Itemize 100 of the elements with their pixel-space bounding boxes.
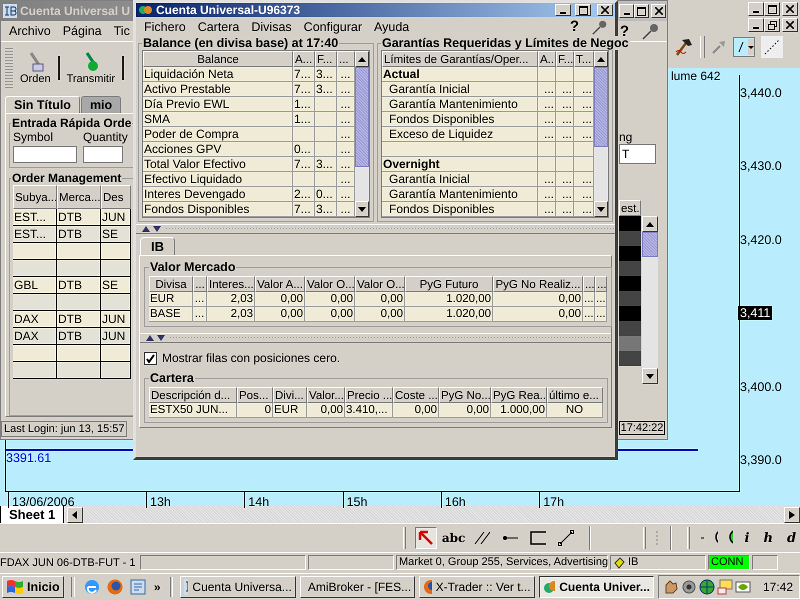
menu-item[interactable]: Divisas	[251, 20, 292, 34]
column-header[interactable]: Divi...	[273, 387, 307, 403]
table-cell: ...	[337, 127, 355, 142]
column-header[interactable]: F...	[556, 51, 574, 67]
column-header[interactable]: Precio ...	[345, 387, 393, 403]
firefox-icon[interactable]	[106, 578, 124, 596]
column-header[interactable]: est.	[619, 200, 641, 216]
table-cell: Poder de Compra	[143, 127, 293, 142]
tool-button[interactable]: i	[740, 530, 754, 546]
column-header[interactable]: PyG Rea...	[491, 387, 547, 403]
maximize-button[interactable]	[575, 4, 591, 16]
text-tool[interactable]: abc	[442, 527, 465, 549]
start-button[interactable]: Inicio	[2, 576, 64, 598]
pin-icon[interactable]	[591, 18, 609, 36]
column-header[interactable]: Divisa	[149, 276, 193, 292]
table-cell	[315, 172, 337, 187]
close-button[interactable]	[651, 4, 666, 18]
column-header[interactable]: PyG Futuro	[405, 276, 493, 292]
column-header[interactable]: Valor O...	[305, 276, 355, 292]
minimize-button[interactable]	[555, 4, 571, 16]
table-cell: DTB	[57, 226, 101, 243]
tab[interactable]: IB	[140, 237, 175, 255]
maximize-button[interactable]	[764, 2, 780, 16]
column-header[interactable]: último e...	[547, 387, 603, 403]
column-header[interactable]: Pos...	[237, 387, 273, 403]
menu-item[interactable]: Archivo	[9, 24, 51, 38]
scroll-right-button[interactable]	[784, 506, 800, 522]
minimize-button[interactable]	[748, 18, 764, 32]
browser-icon[interactable]	[82, 578, 100, 596]
toolbar-button[interactable]: Transmitir	[64, 51, 118, 85]
scroll-thumb[interactable]	[594, 67, 608, 147]
column-header[interactable]: Valor O...	[355, 276, 405, 292]
close-button[interactable]	[782, 18, 798, 32]
menu-item[interactable]: Fichero	[144, 20, 186, 34]
column-header[interactable]: T...	[574, 51, 594, 67]
more-button[interactable]: »	[152, 580, 162, 594]
input-field[interactable]	[13, 146, 77, 163]
toolbar-button[interactable]: Orden	[17, 51, 54, 85]
tab[interactable]: mio	[80, 96, 122, 113]
column-header[interactable]: Balance	[143, 51, 293, 67]
taskbar-button[interactable]: X-Trader :: Ver t...	[419, 576, 535, 598]
pin-icon[interactable]	[641, 21, 661, 41]
restore-button[interactable]	[764, 18, 780, 32]
column-header[interactable]: Subya...	[13, 185, 57, 209]
scrollbar[interactable]	[642, 216, 658, 384]
pointer-tool[interactable]	[414, 527, 437, 549]
minimize-button[interactable]	[748, 2, 764, 16]
maximize-icon	[578, 6, 588, 14]
minimize-button[interactable]	[619, 4, 634, 18]
column-header[interactable]: PyG No...	[439, 387, 491, 403]
hammer-icon[interactable]	[674, 37, 694, 57]
table-cell	[556, 157, 574, 172]
column-header[interactable]: A...	[538, 51, 556, 67]
checkbox-label: Mostrar filas con posiciones cero.	[162, 351, 340, 365]
splitter-bar[interactable]	[140, 333, 611, 343]
menu-item[interactable]: Tic	[114, 24, 130, 38]
taskbar-button[interactable]: Cuenta Univer...	[538, 576, 654, 598]
column-header[interactable]: ...	[595, 276, 607, 292]
taskbar-button[interactable]: Cuenta Universa...	[180, 576, 296, 598]
close-button[interactable]	[597, 4, 613, 16]
column-header[interactable]: ...	[583, 276, 595, 292]
menu-item[interactable]: Página	[62, 24, 102, 38]
scrollbar[interactable]	[594, 51, 608, 217]
tool-button[interactable]: h	[759, 530, 777, 546]
line-style-dropdown[interactable]	[733, 37, 755, 57]
taskbar-button[interactable]: AmiBroker - [FES...	[300, 576, 416, 598]
close-button[interactable]	[782, 2, 798, 16]
column-header[interactable]: Des	[101, 185, 131, 209]
column-header[interactable]: Valor A...	[255, 276, 305, 292]
input-field[interactable]: T	[619, 144, 656, 164]
maximize-button[interactable]	[634, 4, 649, 18]
scroll-thumb[interactable]	[642, 232, 658, 257]
help-button[interactable]: ?	[570, 18, 579, 35]
tab[interactable]: Sin Título	[5, 96, 80, 113]
tool-button[interactable]: d	[782, 530, 800, 546]
column-header[interactable]: F...	[315, 51, 337, 67]
checkbox[interactable]	[144, 352, 157, 364]
scroll-thumb[interactable]	[355, 67, 369, 167]
menu-item[interactable]: Cartera	[198, 20, 240, 34]
sheet-tab[interactable]: Sheet 1	[0, 506, 64, 523]
right-arrow-icon	[789, 510, 795, 518]
scrollbar[interactable]	[355, 51, 369, 217]
column-header[interactable]: Límites de Garantías/Oper...	[382, 51, 538, 67]
menu-item[interactable]: Configurar	[304, 20, 362, 34]
table-cell: 3...	[315, 202, 337, 217]
column-header[interactable]: Interes...	[207, 276, 255, 292]
menu-item[interactable]: Ayuda	[374, 20, 410, 34]
column-header[interactable]: Merca...	[57, 185, 101, 209]
panel-title: Balance (en divisa base) at 17:40	[142, 36, 340, 50]
column-header[interactable]: Valor...	[307, 387, 345, 403]
splitter-bar[interactable]	[136, 224, 615, 234]
input-field[interactable]	[83, 146, 123, 163]
column-header[interactable]: Descripción d...	[149, 387, 237, 403]
column-header[interactable]: ...	[193, 276, 207, 292]
scroll-left-button[interactable]	[67, 506, 84, 522]
column-header[interactable]: Coste ...	[393, 387, 439, 403]
column-header[interactable]: A...	[293, 51, 315, 67]
column-header[interactable]: ...	[337, 51, 355, 67]
document-icon[interactable]	[129, 578, 147, 596]
column-header[interactable]: PyG No Realiz...	[493, 276, 583, 292]
